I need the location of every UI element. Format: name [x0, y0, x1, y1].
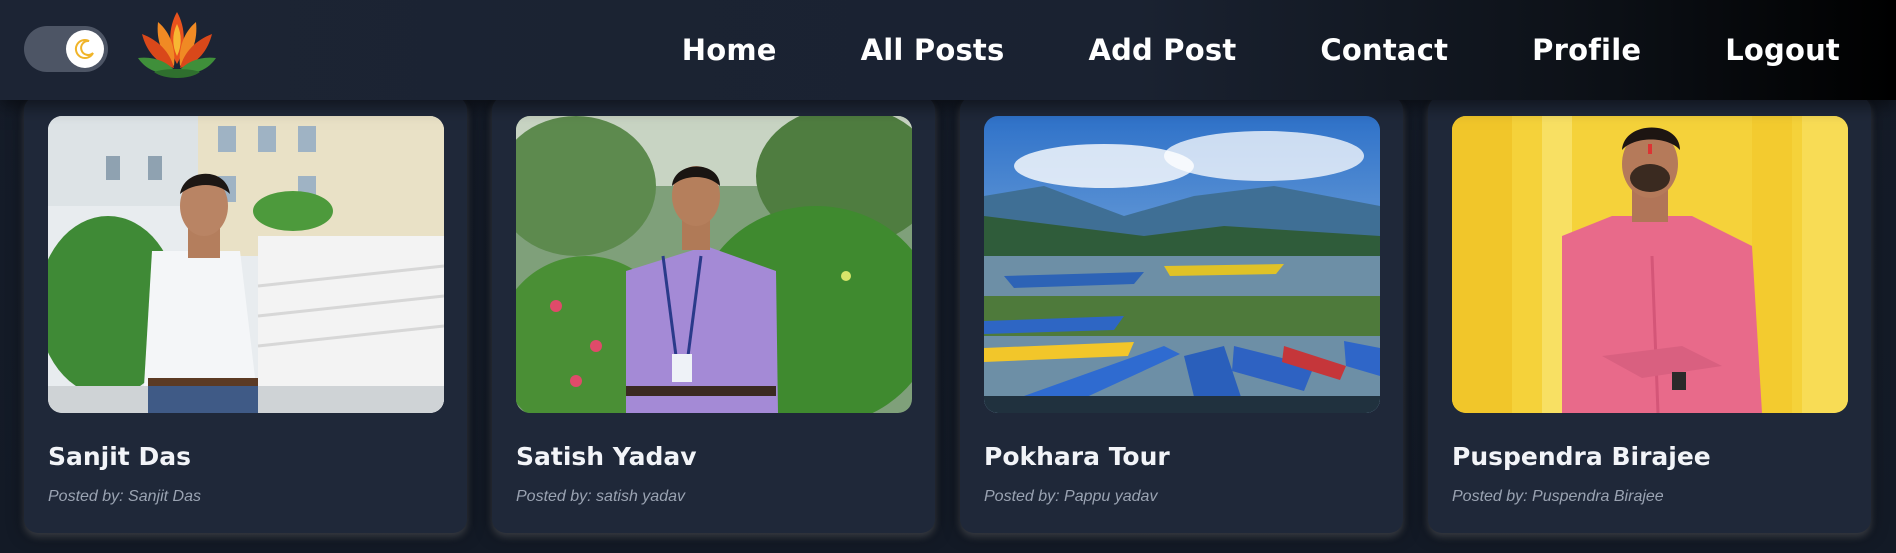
- moon-icon: [66, 30, 104, 68]
- theme-toggle[interactable]: [24, 26, 108, 72]
- post-title[interactable]: Sanjit Das: [48, 442, 191, 471]
- nav-all-posts[interactable]: All Posts: [861, 33, 1005, 67]
- post-image[interactable]: [516, 116, 912, 413]
- post-grid: Sanjit Das Posted by: Sanjit Das Satish …: [24, 96, 1874, 533]
- post-author: Posted by: Pappu yadav: [984, 488, 1158, 505]
- navbar: Home All Posts Add Post Contact Profile …: [0, 0, 1896, 100]
- post-author: Posted by: Puspendra Birajee: [1452, 488, 1664, 505]
- nav-home[interactable]: Home: [682, 33, 777, 67]
- post-title[interactable]: Satish Yadav: [516, 442, 697, 471]
- nav-logout[interactable]: Logout: [1725, 33, 1840, 67]
- post-card[interactable]: Sanjit Das Posted by: Sanjit Das: [24, 96, 467, 533]
- post-image[interactable]: [984, 116, 1380, 413]
- post-card[interactable]: Satish Yadav Posted by: satish yadav: [492, 96, 935, 533]
- post-title[interactable]: Puspendra Birajee: [1452, 442, 1711, 471]
- post-author: Posted by: Sanjit Das: [48, 488, 201, 505]
- post-card[interactable]: Pokhara Tour Posted by: Pappu yadav: [960, 96, 1403, 533]
- post-title[interactable]: Pokhara Tour: [984, 442, 1170, 471]
- lotus-logo-icon[interactable]: [134, 6, 220, 86]
- post-card[interactable]: Puspendra Birajee Posted by: Puspendra B…: [1428, 96, 1871, 533]
- post-image[interactable]: [48, 116, 444, 413]
- post-image[interactable]: [1452, 116, 1848, 413]
- post-author: Posted by: satish yadav: [516, 488, 685, 505]
- main-nav: Home All Posts Add Post Contact Profile …: [682, 0, 1840, 100]
- nav-contact[interactable]: Contact: [1320, 33, 1448, 67]
- nav-add-post[interactable]: Add Post: [1088, 33, 1236, 67]
- nav-profile[interactable]: Profile: [1532, 33, 1641, 67]
